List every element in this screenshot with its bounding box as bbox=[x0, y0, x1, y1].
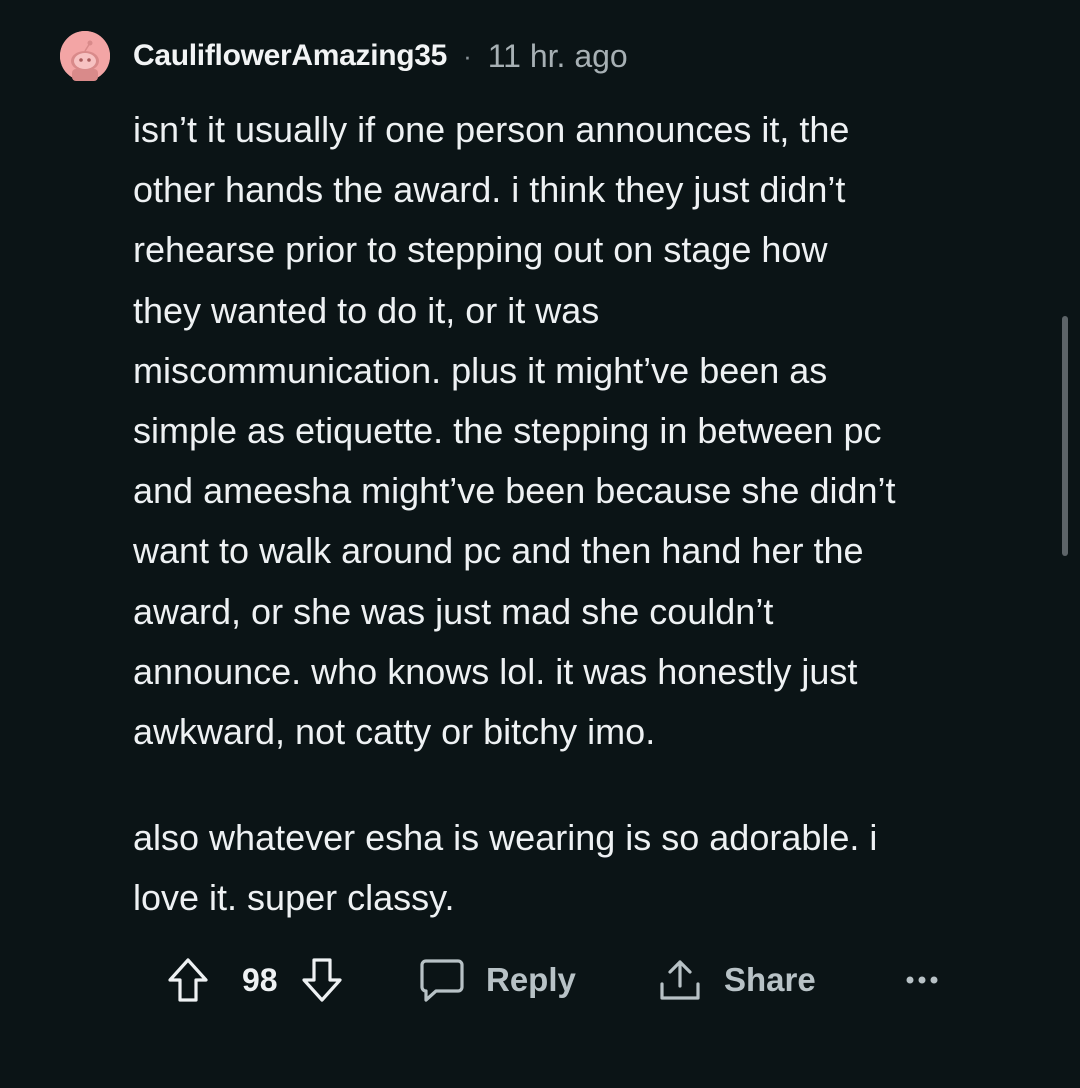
ellipsis-icon bbox=[906, 976, 938, 984]
comment-timestamp: 11 hr. ago bbox=[487, 37, 628, 74]
scrollbar[interactable] bbox=[1062, 316, 1068, 556]
comment-body: isn’t it usually if one person announces… bbox=[133, 100, 1033, 929]
reply-label: Reply bbox=[486, 961, 576, 998]
speech-bubble-icon bbox=[420, 959, 464, 1002]
comment-paragraph: also whatever esha is wearing is so ador… bbox=[133, 817, 878, 919]
meta-separator: · bbox=[463, 40, 472, 71]
snoo-avatar-icon bbox=[60, 31, 110, 81]
avatar[interactable] bbox=[60, 31, 110, 81]
vote-count: 98 bbox=[242, 961, 278, 998]
comment-action-bar: 98 Reply Share bbox=[160, 950, 960, 1010]
reply-button[interactable]: Reply bbox=[418, 950, 576, 1010]
comment-paragraph: isn’t it usually if one person announces… bbox=[133, 109, 896, 753]
upvote-button[interactable] bbox=[166, 950, 210, 1010]
comment-author[interactable]: CauliflowerAmazing35 bbox=[133, 39, 447, 73]
downvote-arrow-icon bbox=[302, 958, 342, 1002]
upvote-arrow-icon bbox=[168, 958, 208, 1002]
share-arrow-icon bbox=[660, 960, 700, 1000]
more-options-button[interactable] bbox=[905, 950, 939, 1010]
share-button[interactable]: Share bbox=[656, 950, 816, 1010]
downvote-button[interactable] bbox=[300, 950, 344, 1010]
comment-header: CauliflowerAmazing35 · 11 hr. ago bbox=[60, 30, 628, 82]
share-label: Share bbox=[724, 961, 816, 998]
